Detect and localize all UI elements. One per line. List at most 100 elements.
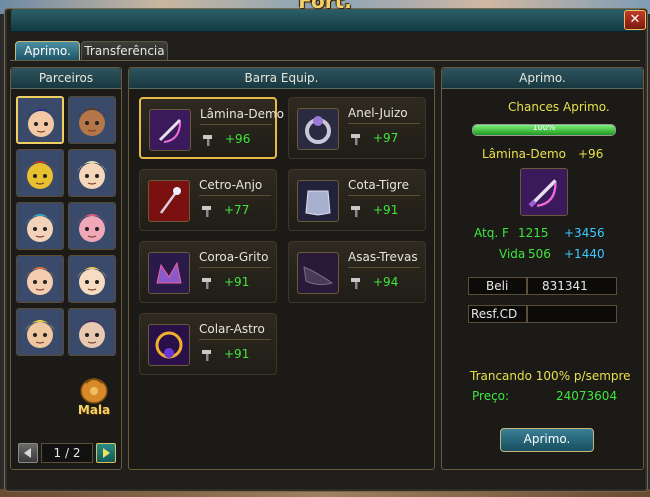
equip-slot[interactable]: Coroa-Grito +91 xyxy=(139,241,277,303)
beli-value-box: 831341 xyxy=(527,277,617,295)
equip-slot[interactable]: Cetro-Anjo +77 xyxy=(139,169,277,231)
equip-item-divider xyxy=(348,267,420,268)
partner-portrait-icon xyxy=(17,309,63,355)
equip-item-divider xyxy=(199,339,271,340)
hammer-icon xyxy=(200,204,214,218)
equip-item-divider xyxy=(199,195,271,196)
partner-portrait-icon xyxy=(17,256,63,302)
equip-item-icon xyxy=(297,180,339,222)
partner-slot[interactable] xyxy=(16,202,64,250)
tab-transferencia[interactable]: Transferência xyxy=(81,41,168,60)
stat-atq-value: 1215 xyxy=(518,226,549,240)
hammer-icon xyxy=(200,348,214,362)
close-button[interactable]: ✕ xyxy=(624,10,646,30)
stat-vida-delta: +1440 xyxy=(564,247,605,261)
hammer-icon xyxy=(349,204,363,218)
price-value: 24073604 xyxy=(556,389,618,403)
equip-slot[interactable]: Cota-Tigre +91 xyxy=(288,169,426,231)
partner-portrait-icon xyxy=(17,150,63,196)
partner-slot[interactable] xyxy=(68,255,116,303)
equip-item-bonus: +96 xyxy=(225,132,251,146)
hammer-icon xyxy=(200,276,214,290)
equip-item-icon xyxy=(148,180,190,222)
partner-portrait-icon xyxy=(69,309,115,355)
partner-slot[interactable] xyxy=(68,308,116,356)
chance-bar-text: 100% xyxy=(532,124,556,132)
bag-button[interactable]: Mala xyxy=(74,373,114,419)
bag-label: Mala xyxy=(77,403,111,417)
partner-portrait-icon xyxy=(69,97,115,143)
window-title: Fort. xyxy=(298,0,352,13)
equip-item-bonus: +91 xyxy=(224,275,250,289)
partner-portrait-icon xyxy=(69,150,115,196)
upgrade-title: Aprimo. xyxy=(442,68,643,89)
partner-portrait-icon xyxy=(17,203,63,249)
page-indicator: 1 / 2 xyxy=(41,443,93,463)
partner-slot[interactable] xyxy=(68,202,116,250)
upgrade-item-bonus: +96 xyxy=(578,147,604,161)
lock-text: Trancando 100% p/sempre xyxy=(470,369,631,383)
resf-label-box: Resf.CD xyxy=(468,305,527,323)
equip-item-divider xyxy=(348,123,420,124)
stat-atq-label: Atq. F xyxy=(474,226,509,240)
partner-slot[interactable] xyxy=(16,255,64,303)
beli-value: 831341 xyxy=(542,279,588,293)
equip-item-icon xyxy=(148,324,190,366)
equip-slot[interactable]: Asas-Trevas +94 xyxy=(288,241,426,303)
partner-portrait-icon xyxy=(18,98,62,142)
aprimo-button[interactable]: Aprimo. xyxy=(500,428,594,452)
partners-title: Parceiros xyxy=(11,68,121,89)
chances-label: Chances Aprimo. xyxy=(508,100,610,114)
hammer-icon xyxy=(349,276,363,290)
equip-item-bonus: +91 xyxy=(224,347,250,361)
blade-icon xyxy=(158,118,182,143)
equip-item-name: Anel-Juizo xyxy=(348,106,408,120)
arrow-right-icon xyxy=(103,448,110,458)
necklace-icon xyxy=(155,331,183,359)
price-label: Preço: xyxy=(472,389,510,403)
partner-slot[interactable] xyxy=(16,149,64,197)
hammer-icon xyxy=(201,133,215,147)
blade-icon xyxy=(528,179,557,208)
wings-icon xyxy=(303,266,334,286)
crown-icon xyxy=(156,261,182,284)
tab-divider xyxy=(10,60,640,61)
partner-slot[interactable] xyxy=(68,96,116,144)
upgrade-item-name: Lâmina-Demo xyxy=(482,147,567,161)
equip-item-name: Coroa-Grito xyxy=(199,250,269,264)
partner-slot[interactable] xyxy=(16,308,64,356)
tab-aprimo[interactable]: Aprimo. xyxy=(15,41,80,60)
equip-slot[interactable]: Colar-Astro +91 xyxy=(139,313,277,375)
equip-item-name: Cota-Tigre xyxy=(348,178,409,192)
bag-icon xyxy=(80,378,108,404)
equip-slot[interactable]: Anel-Juizo +97 xyxy=(288,97,426,159)
equip-slot[interactable]: Lâmina-Demo +96 xyxy=(139,97,284,159)
hammer-icon xyxy=(349,132,363,146)
arrow-left-icon xyxy=(24,448,31,458)
equip-item-name: Colar-Astro xyxy=(199,322,265,336)
equip-item-name: Lâmina-Demo xyxy=(200,107,285,121)
chance-bar: 100% xyxy=(472,124,616,136)
armor-icon xyxy=(305,190,331,216)
upgrade-item-slot[interactable] xyxy=(520,168,568,216)
page-next-button[interactable] xyxy=(96,443,116,463)
partner-portrait-icon xyxy=(69,256,115,302)
page-prev-button[interactable] xyxy=(18,443,38,463)
scepter-icon xyxy=(159,187,181,214)
beli-label-box: Beli xyxy=(468,277,527,295)
stat-vida-label: Vida xyxy=(499,247,526,261)
equip-item-icon xyxy=(148,252,190,294)
partner-slot[interactable] xyxy=(68,149,116,197)
equip-title: Barra Equip. xyxy=(129,68,434,89)
equip-item-icon xyxy=(149,109,191,151)
equip-item-divider xyxy=(199,267,271,268)
partner-portrait-icon xyxy=(69,203,115,249)
stat-atq-delta: +3456 xyxy=(564,226,605,240)
partner-slot[interactable] xyxy=(16,96,64,144)
equip-item-icon xyxy=(297,252,339,294)
equip-item-name: Asas-Trevas xyxy=(348,250,418,264)
equip-item-icon xyxy=(297,108,339,150)
equip-item-divider xyxy=(200,124,272,125)
equip-item-bonus: +97 xyxy=(373,131,399,145)
equip-item-name: Cetro-Anjo xyxy=(199,178,263,192)
